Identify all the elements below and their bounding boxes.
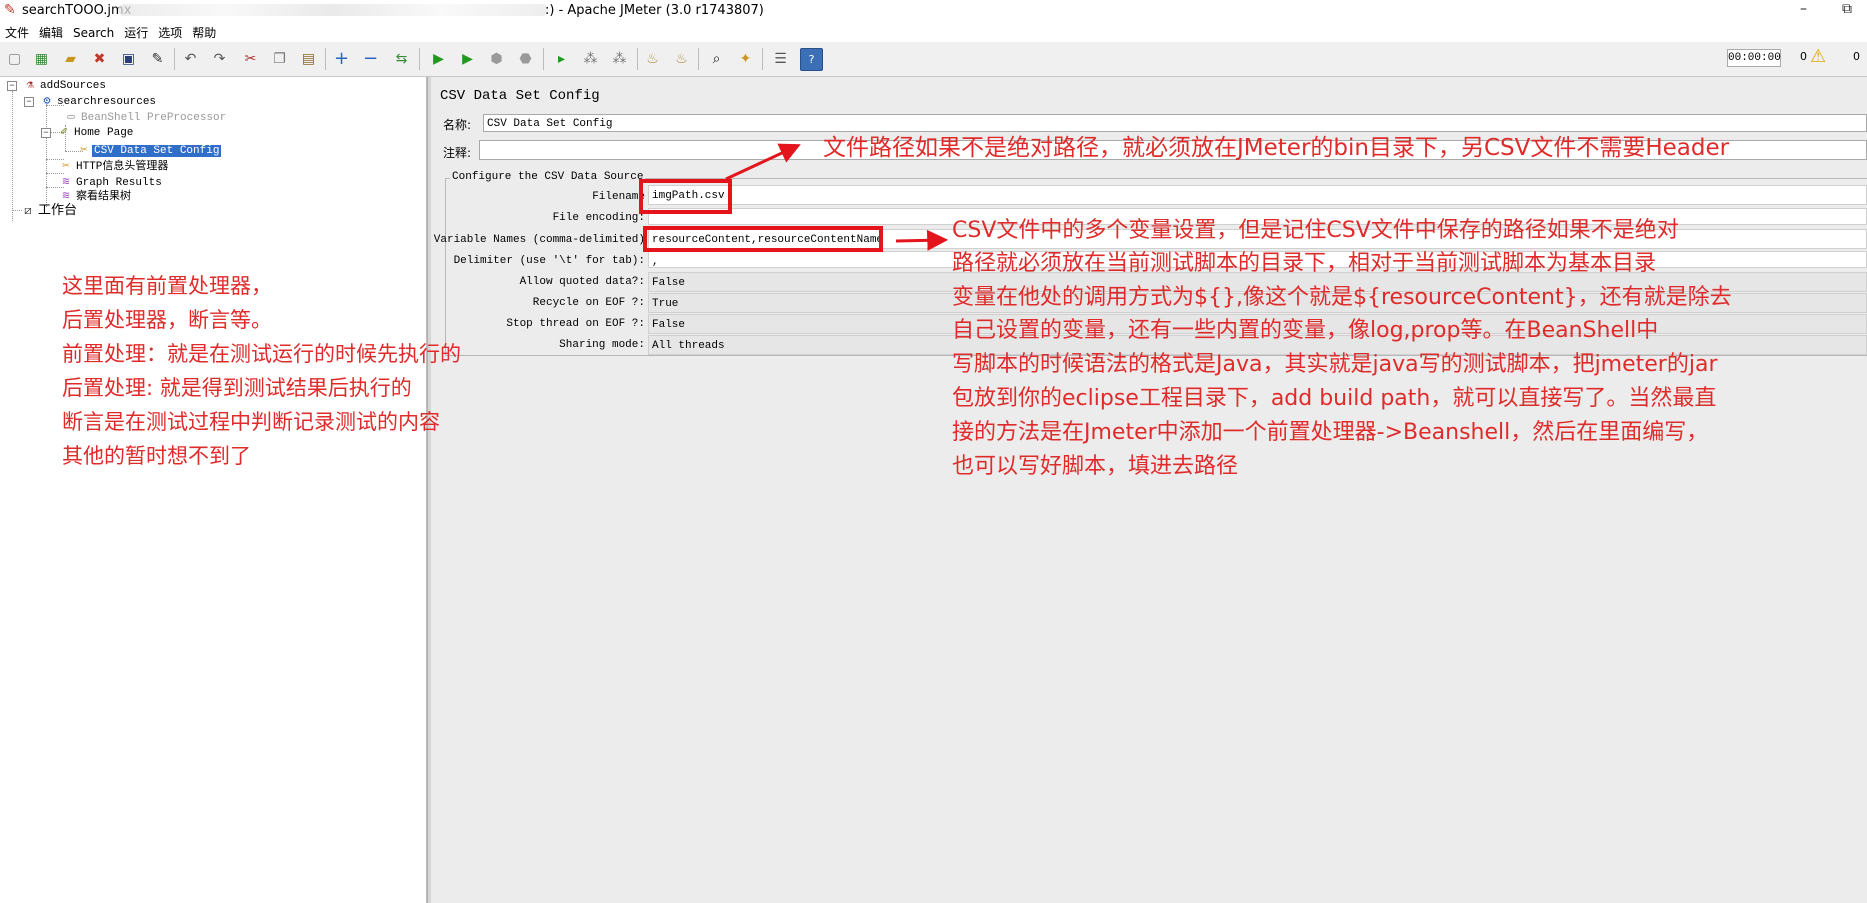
variables-annotation-line: CSV文件中的多个变量设置，但是记住CSV文件中保存的路径如果不是绝对 [952, 218, 1679, 243]
variables-annotation-line: 写脚本的时候语法的格式是Java，其实就是java写的测试脚本，把jmeter的… [952, 352, 1718, 377]
variables-annotation-line: 包放到你的eclipse工程目录下，add build path，就可以直接写了… [952, 386, 1717, 411]
filename-arrow [725, 143, 801, 181]
variables-annotation-line: 自己设置的变量，还有一些内置的变量，像log,prop等。在BeanShell中 [952, 318, 1659, 343]
variables-annotation-line: 也可以写好脚本，填进去路径 [952, 454, 1239, 479]
left-annotation-line: 其他的暂时想不到了 [62, 444, 251, 468]
variables-annotation-line: 接的方法是在Jmeter中添加一个前置处理器->Beanshell，然后在里面编… [952, 420, 1709, 445]
left-annotation-line: 后置处理器，断言等。 [62, 308, 272, 332]
variables-annotation-line: 变量在他处的调用方式为${},像这个就是${resourceContent}，还… [952, 285, 1732, 310]
variable-names-arrow [895, 229, 949, 251]
variables-annotation-line: 路径就必须放在当前测试脚本的目录下，相对于当前测试脚本为基本目录 [952, 251, 1657, 276]
left-annotation-line: 这里面有前置处理器， [62, 274, 272, 298]
left-annotation-line: 断言是在测试过程中判断记录测试的内容 [62, 410, 440, 434]
left-annotation-line: 后置处理: 就是得到测试结果后执行的 [62, 376, 412, 400]
filename-annotation: 文件路径如果不是绝对路径，就必须放在JMeter的bin目录下，另CSV文件不需… [823, 135, 1730, 161]
left-annotation-line: 前置处理：就是在测试运行的时候先执行的 [62, 342, 461, 366]
